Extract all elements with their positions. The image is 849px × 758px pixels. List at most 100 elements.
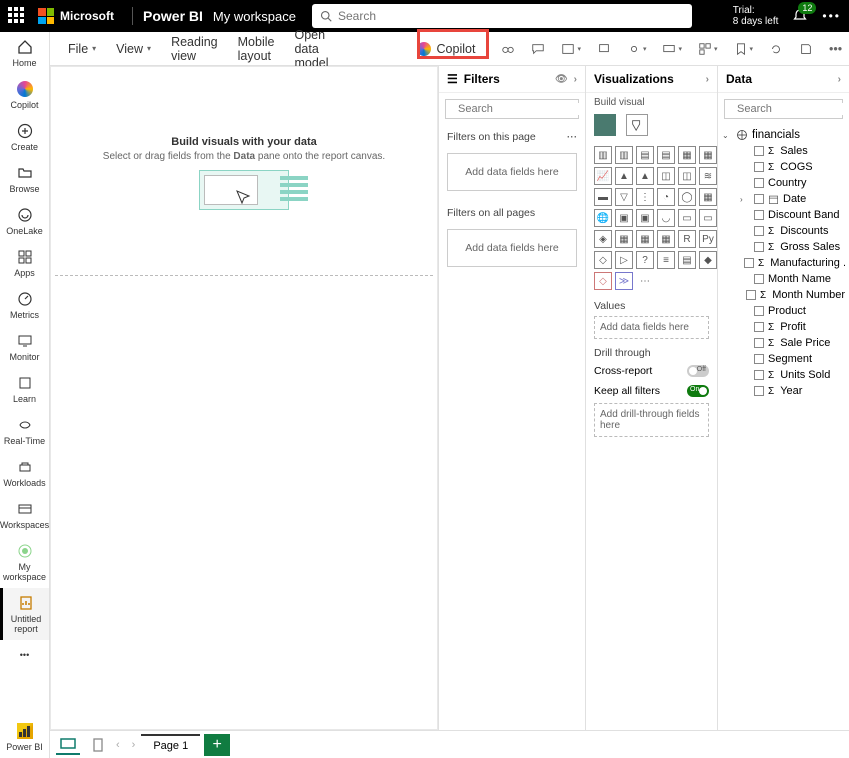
field-discounts[interactable]: Discounts bbox=[722, 223, 845, 239]
more-button[interactable]: ••• bbox=[822, 9, 841, 23]
viz-kpi[interactable]: ◈ bbox=[594, 230, 612, 248]
checkbox[interactable] bbox=[754, 370, 764, 380]
keep-toggle[interactable]: On bbox=[687, 385, 709, 397]
viz-line-stacked[interactable]: ◫ bbox=[657, 167, 675, 185]
field-date[interactable]: ›Date bbox=[722, 191, 845, 207]
nav-browse[interactable]: Browse bbox=[0, 158, 49, 200]
checkbox[interactable] bbox=[754, 242, 764, 252]
nav-onelake[interactable]: OneLake bbox=[0, 200, 49, 242]
viz-pie[interactable]: ◔ bbox=[657, 188, 675, 206]
viz-100-bar[interactable]: ▦ bbox=[678, 146, 696, 164]
mobile-view[interactable] bbox=[86, 735, 110, 755]
menu-view[interactable]: View▾ bbox=[108, 38, 159, 60]
filters-search[interactable] bbox=[445, 99, 579, 119]
viz-card[interactable]: ▭ bbox=[678, 209, 696, 227]
tab-page1[interactable]: Page 1 bbox=[141, 734, 200, 756]
checkbox[interactable] bbox=[754, 162, 764, 172]
viz-values-dropzone[interactable]: Add data fields here bbox=[594, 316, 709, 339]
field-month-name[interactable]: Month Name bbox=[722, 271, 845, 287]
nav-more[interactable]: ••• bbox=[0, 640, 49, 670]
field-sales[interactable]: Sales bbox=[722, 143, 845, 159]
reset-button[interactable] bbox=[769, 37, 783, 61]
viz-area[interactable]: ▲ bbox=[615, 167, 633, 185]
viz-table[interactable]: ▦ bbox=[636, 230, 654, 248]
nav-powerbi-app[interactable]: Power BI bbox=[0, 716, 49, 758]
viz-donut[interactable]: ◯ bbox=[678, 188, 696, 206]
filters-search-input[interactable] bbox=[458, 103, 600, 115]
viz-py[interactable]: Py bbox=[699, 230, 717, 248]
viz-narrative[interactable]: ≡ bbox=[657, 251, 675, 269]
viz-gauge[interactable]: ◡ bbox=[657, 209, 675, 227]
nav-copilot[interactable]: Copilot bbox=[0, 74, 49, 116]
refresh-button[interactable]: ▾ bbox=[627, 37, 647, 61]
viz-powerapps[interactable]: ◆ bbox=[699, 251, 717, 269]
global-search-input[interactable] bbox=[338, 9, 684, 23]
collapse-icon[interactable]: › bbox=[706, 74, 709, 85]
build-visual-mode[interactable] bbox=[594, 114, 616, 136]
checkbox[interactable] bbox=[754, 338, 764, 348]
viz-slicer[interactable]: ▦ bbox=[615, 230, 633, 248]
report-canvas[interactable]: Build visuals with your data Select or d… bbox=[50, 66, 438, 730]
checkbox[interactable] bbox=[754, 194, 764, 204]
viz-r[interactable]: R bbox=[678, 230, 696, 248]
checkbox[interactable] bbox=[746, 290, 756, 300]
workspace-label[interactable]: My workspace bbox=[213, 9, 296, 24]
global-search[interactable] bbox=[312, 4, 692, 28]
copilot-button[interactable]: Copilot bbox=[407, 38, 486, 60]
nav-apps[interactable]: Apps bbox=[0, 242, 49, 284]
save-button[interactable] bbox=[799, 37, 813, 61]
checkbox[interactable] bbox=[754, 178, 764, 188]
viz-stacked-column[interactable]: ▥ bbox=[615, 146, 633, 164]
notifications-button[interactable]: 12 bbox=[792, 8, 808, 24]
next-page[interactable]: › bbox=[126, 739, 142, 751]
viz-clustered-column[interactable]: ▤ bbox=[657, 146, 675, 164]
expand-icon[interactable]: › bbox=[740, 195, 750, 204]
add-page-button[interactable]: + bbox=[204, 734, 230, 756]
field-segment[interactable]: Segment bbox=[722, 351, 845, 367]
bookmark-button[interactable]: ▾ bbox=[734, 37, 754, 61]
viz-stacked-bar[interactable]: ▥ bbox=[594, 146, 612, 164]
explore-button[interactable] bbox=[501, 37, 515, 61]
checkbox[interactable] bbox=[754, 306, 764, 316]
trial-status[interactable]: Trial: 8 days left bbox=[733, 5, 779, 27]
checkbox[interactable] bbox=[754, 386, 764, 396]
pin-button[interactable] bbox=[597, 37, 611, 61]
viz-clustered-bar[interactable]: ▤ bbox=[636, 146, 654, 164]
field-units-sold[interactable]: Units Sold bbox=[722, 367, 845, 383]
viz-multi-card[interactable]: ▭ bbox=[699, 209, 717, 227]
viz-line[interactable]: 📈 bbox=[594, 167, 612, 185]
field-country[interactable]: Country bbox=[722, 175, 845, 191]
viz-paginated[interactable]: ▤ bbox=[678, 251, 696, 269]
menu-mobile[interactable]: Mobile layout bbox=[230, 31, 283, 67]
field-month-number[interactable]: Month Number bbox=[722, 287, 845, 303]
viz-map[interactable]: 🌐 bbox=[594, 209, 612, 227]
filters-page-dropzone[interactable]: Add data fields here bbox=[447, 153, 577, 191]
field-discount-band[interactable]: Discount Band bbox=[722, 207, 845, 223]
field-cogs[interactable]: COGS bbox=[722, 159, 845, 175]
menu-file[interactable]: File▾ bbox=[60, 38, 104, 60]
viz-ribbon[interactable]: ≋ bbox=[699, 167, 717, 185]
menu-readingview[interactable]: Reading view bbox=[163, 31, 226, 67]
viz-funnel[interactable]: ▽ bbox=[615, 188, 633, 206]
format-visual-mode[interactable] bbox=[626, 114, 648, 136]
nav-workspaces[interactable]: Workspaces bbox=[0, 494, 49, 536]
field-sale-price[interactable]: Sale Price bbox=[722, 335, 845, 351]
nav-create[interactable]: Create bbox=[0, 116, 49, 158]
checkbox[interactable] bbox=[744, 258, 754, 268]
checkbox[interactable] bbox=[754, 354, 764, 364]
data-search-input[interactable] bbox=[737, 103, 849, 115]
nav-myworkspace[interactable]: My workspace bbox=[0, 536, 49, 588]
share-button[interactable]: ▾ bbox=[662, 37, 682, 61]
nav-realtime[interactable]: Real-Time bbox=[0, 410, 49, 452]
checkbox[interactable] bbox=[754, 322, 764, 332]
viz-scatter[interactable]: ⋮ bbox=[636, 188, 654, 206]
collapse-icon[interactable]: › bbox=[838, 74, 841, 85]
viz-stacked-area[interactable]: ▲ bbox=[636, 167, 654, 185]
viz-filled-map[interactable]: ▣ bbox=[615, 209, 633, 227]
checkbox[interactable] bbox=[754, 274, 764, 284]
viz-drill-dropzone[interactable]: Add drill-through fields here bbox=[594, 403, 709, 437]
field-manufacturing-[interactable]: Manufacturing ... bbox=[722, 255, 845, 271]
ribbon-more[interactable]: ••• bbox=[829, 37, 842, 61]
nav-untitled-report[interactable]: Untitled report bbox=[0, 588, 49, 640]
viz-100-column[interactable]: ▦ bbox=[699, 146, 717, 164]
